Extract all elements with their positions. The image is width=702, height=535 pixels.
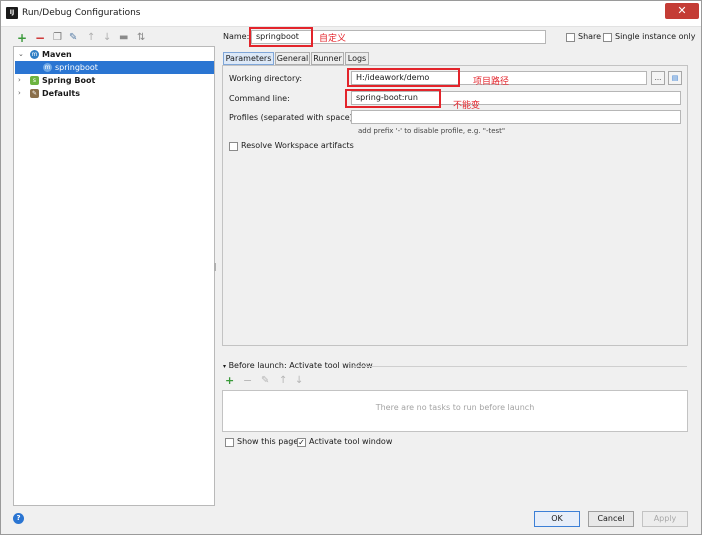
add-icon[interactable]: +	[17, 31, 27, 45]
before-launch-title: Before launch: Activate tool window	[228, 361, 373, 370]
sort-icon[interactable]: ⇅	[137, 31, 145, 45]
workdir-annotation-box	[347, 68, 460, 87]
tab-general[interactable]: General	[275, 52, 310, 65]
tab-runner[interactable]: Runner	[311, 52, 344, 65]
close-button[interactable]: ✕	[665, 3, 699, 19]
single-instance-label: Single instance only	[615, 32, 696, 41]
show-page-checkbox[interactable]	[225, 438, 234, 447]
share-label: Share	[578, 32, 602, 41]
before-launch-toolbar: + − ✎ ↑ ↓	[225, 375, 345, 387]
maven-run-config-icon: m	[43, 63, 52, 72]
activate-tool-window-label: Activate tool window	[309, 437, 393, 446]
copy-icon[interactable]: ❐	[53, 31, 62, 45]
move-task-up-icon[interactable]: ↑	[279, 375, 287, 387]
tree-item-defaults[interactable]: › ✎ Defaults	[15, 87, 214, 100]
tree-item-label: springboot	[55, 63, 98, 72]
tree-item-label: Maven	[42, 50, 72, 59]
tab-logs[interactable]: Logs	[345, 52, 369, 65]
single-instance-checkbox[interactable]	[603, 33, 612, 42]
tree-item-label: Defaults	[42, 89, 80, 98]
tree-item-spring-boot[interactable]: › s Spring Boot	[15, 74, 214, 87]
workdir-annotation-text: 项目路径	[473, 77, 510, 87]
add-task-icon[interactable]: +	[225, 375, 234, 387]
name-annotation-box	[249, 27, 313, 47]
chevron-right-icon[interactable]: ›	[18, 87, 21, 100]
working-directory-label: Working directory:	[229, 74, 303, 83]
move-up-icon[interactable]: ↑	[87, 31, 95, 45]
config-toolbar: + − ❐ ✎ ↑ ↓ ▬ ⇅	[13, 31, 213, 45]
chevron-down-icon[interactable]: ⌄	[18, 48, 24, 61]
apply-button[interactable]: Apply	[642, 511, 688, 527]
name-label: Name:	[223, 32, 250, 41]
activate-tool-window-checkbox[interactable]: ✓	[297, 438, 306, 447]
edit-defaults-icon[interactable]: ✎	[69, 31, 77, 45]
before-launch-heading[interactable]: ▾ Before launch: Activate tool window	[223, 361, 373, 370]
spring-boot-icon: s	[30, 76, 39, 85]
remove-task-icon[interactable]: −	[243, 375, 252, 387]
before-launch-divider	[353, 366, 687, 367]
intellij-app-icon: IJ	[6, 7, 18, 19]
maven-icon: m	[30, 50, 39, 59]
move-down-icon[interactable]: ↓	[103, 31, 111, 45]
browse-button[interactable]: ...	[651, 71, 665, 85]
resolve-workspace-checkbox[interactable]	[229, 142, 238, 151]
name-annotation-text: 自定义	[319, 34, 347, 44]
tree-item-label: Spring Boot	[42, 76, 96, 85]
show-page-label: Show this page	[237, 437, 299, 446]
remove-icon[interactable]: −	[35, 31, 45, 45]
profiles-label: Profiles (separated with space):	[229, 113, 356, 122]
profiles-input[interactable]	[351, 110, 681, 124]
tab-parameters[interactable]: Parameters	[223, 52, 274, 65]
share-checkbox[interactable]	[566, 33, 575, 42]
cancel-button[interactable]: Cancel	[588, 511, 634, 527]
configuration-tree[interactable]: ⌄ m Maven m springboot › s Spring Boot ›…	[13, 46, 215, 506]
edit-task-icon[interactable]: ✎	[261, 375, 269, 387]
help-icon[interactable]: ?	[13, 513, 24, 524]
empty-task-message: There are no tasks to run before launch	[375, 403, 535, 412]
tree-item-springboot[interactable]: m springboot	[15, 61, 214, 74]
move-task-down-icon[interactable]: ↓	[295, 375, 303, 387]
ok-button[interactable]: OK	[534, 511, 580, 527]
resolve-workspace-label: Resolve Workspace artifacts	[241, 141, 354, 150]
macro-icon[interactable]: ▤	[668, 71, 682, 85]
cmdline-annotation-box	[345, 89, 441, 108]
title-bar: IJ Run/Debug Configurations ✕	[1, 1, 701, 27]
command-line-label: Command line:	[229, 94, 290, 103]
before-launch-task-list[interactable]: There are no tasks to run before launch	[222, 390, 688, 432]
profiles-hint: add prefix '-' to disable profile, e.g. …	[358, 127, 506, 135]
chevron-down-icon[interactable]: ▾	[223, 363, 226, 370]
folder-icon[interactable]: ▬	[119, 31, 128, 45]
tree-item-maven[interactable]: ⌄ m Maven	[15, 48, 214, 61]
chevron-right-icon[interactable]: ›	[18, 74, 21, 87]
window-title: Run/Debug Configurations	[22, 8, 141, 18]
defaults-wrench-icon: ✎	[30, 89, 39, 98]
run-debug-configurations-dialog: IJ Run/Debug Configurations ✕ + − ❐ ✎ ↑ …	[0, 0, 702, 535]
panel-splitter-handle[interactable]	[214, 263, 216, 271]
